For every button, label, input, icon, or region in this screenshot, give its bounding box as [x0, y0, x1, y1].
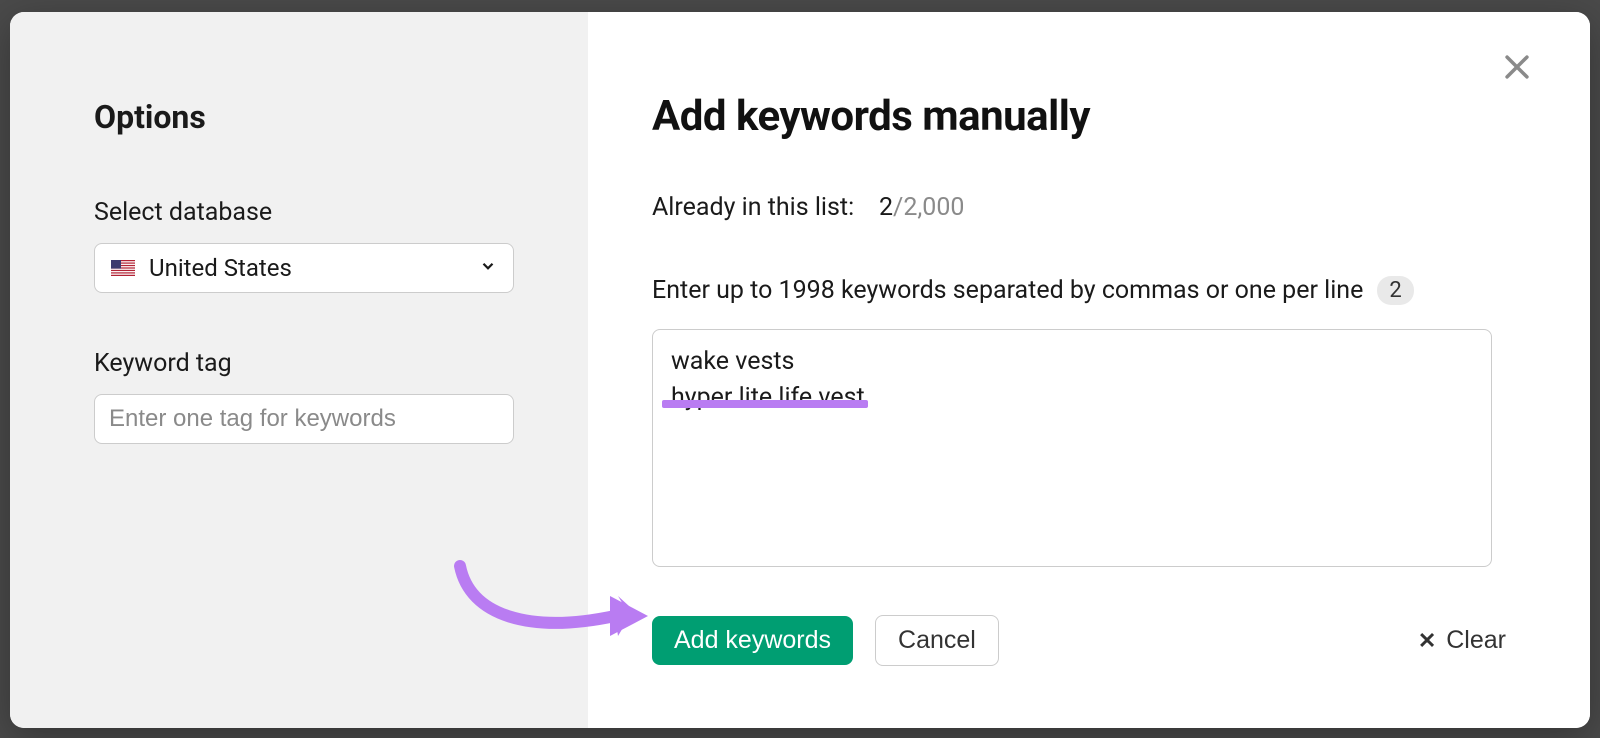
main-panel: Add keywords manually Already in this li…	[588, 12, 1590, 728]
database-label: Select database	[94, 198, 504, 227]
already-max: /2,000	[893, 193, 964, 222]
options-sidebar: Options Select database United States	[10, 12, 588, 728]
button-row: Add keywords Cancel ✕ Clear	[652, 615, 1526, 666]
keyword-tag-label: Keyword tag	[94, 349, 504, 378]
cancel-button[interactable]: Cancel	[875, 615, 999, 666]
close-icon[interactable]	[1500, 50, 1534, 88]
options-title: Options	[94, 98, 504, 136]
close-icon: ✕	[1418, 628, 1436, 654]
keyword-tag-input[interactable]	[94, 394, 514, 444]
enter-label: Enter up to 1998 keywords separated by c…	[652, 276, 1363, 305]
clear-label: Clear	[1446, 626, 1506, 655]
keywords-textarea[interactable]	[652, 329, 1492, 567]
us-flag-icon	[111, 260, 135, 276]
keyword-entered-count: 2	[1377, 276, 1413, 305]
already-in-list: Already in this list: 2/2,000	[652, 193, 1526, 222]
already-count: 2	[879, 193, 893, 222]
add-keywords-button[interactable]: Add keywords	[652, 616, 853, 665]
clear-button[interactable]: ✕ Clear	[1418, 626, 1506, 655]
chevron-down-icon	[479, 257, 497, 279]
main-title: Add keywords manually	[652, 92, 1526, 141]
already-label: Already in this list:	[652, 193, 854, 222]
database-select[interactable]: United States	[94, 243, 514, 293]
annotation-highlight	[662, 400, 868, 408]
database-value: United States	[149, 254, 479, 282]
add-keywords-modal: Options Select database United States	[10, 12, 1590, 728]
enter-instructions: Enter up to 1998 keywords separated by c…	[652, 276, 1526, 305]
